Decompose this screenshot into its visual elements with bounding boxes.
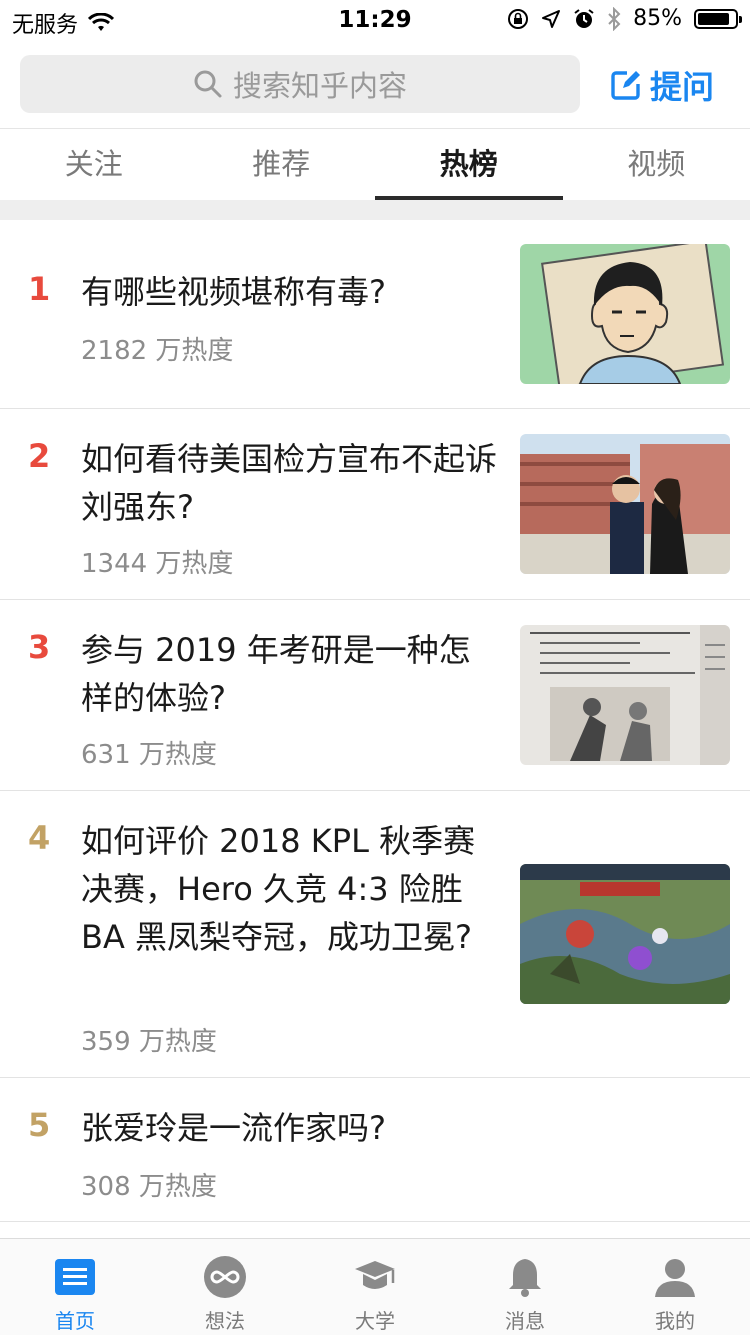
hot-list-item[interactable]: 1 有哪些视频堪称有毒? 2182 万热度 <box>0 220 750 409</box>
battery-percent: 85% <box>633 6 682 31</box>
question-title[interactable]: 如何看待美国检方宣布不起诉刘强东? <box>81 435 501 531</box>
rank-number: 5 <box>28 1106 50 1144</box>
graduation-cap-icon <box>353 1255 397 1299</box>
nav-home[interactable]: 首页 <box>0 1239 150 1335</box>
rank-number: 2 <box>28 437 50 475</box>
heat-count: 631 万热度 <box>81 734 217 771</box>
nav-university-label: 大学 <box>300 1305 450 1334</box>
nav-ideas-label: 想法 <box>150 1305 300 1334</box>
nav-messages[interactable]: 消息 <box>450 1239 600 1335</box>
location-icon <box>541 9 561 29</box>
question-title[interactable]: 参与 2019 年考研是一种怎样的体验? <box>81 626 501 722</box>
hot-list-item[interactable]: 5 张爱玲是一流作家吗? 308 万热度 <box>0 1078 750 1222</box>
tab-recommend[interactable]: 推荐 <box>188 129 376 199</box>
tab-following[interactable]: 关注 <box>0 129 188 199</box>
hot-list: 1 有哪些视频堪称有毒? 2182 万热度 2 如何看待美国检方宣布不起诉刘强东… <box>0 220 750 1222</box>
nav-profile-label: 我的 <box>600 1305 750 1334</box>
nav-messages-label: 消息 <box>450 1305 600 1334</box>
tab-hot-list[interactable]: 热榜 <box>375 129 563 199</box>
divider-band <box>0 200 750 220</box>
hot-list-item[interactable]: 3 参与 2019 年考研是一种怎样的体验? 631 万热度 <box>0 600 750 791</box>
rank-number: 3 <box>28 628 50 666</box>
hot-list-item[interactable]: 4 如何评价 2018 KPL 秋季赛决赛，Hero 久竞 4:3 险胜 BA … <box>0 791 750 1078</box>
exam-book-photo <box>520 625 730 765</box>
nav-university[interactable]: 大学 <box>300 1239 450 1335</box>
question-title[interactable]: 张爱玲是一流作家吗? <box>81 1104 501 1152</box>
couple-campus-photo <box>520 434 730 574</box>
cartoon-boy-image <box>520 244 730 384</box>
rank-number: 4 <box>28 819 50 857</box>
nav-profile[interactable]: 我的 <box>600 1239 750 1335</box>
rotation-lock-icon <box>507 8 529 30</box>
game-screenshot <box>520 864 730 1004</box>
heat-count: 359 万热度 <box>81 1021 217 1058</box>
bell-icon <box>503 1255 547 1299</box>
feed-tabs: 关注 推荐 热榜 视频 <box>0 128 750 199</box>
tab-video[interactable]: 视频 <box>563 129 750 199</box>
header: 搜索知乎内容 提问 <box>0 40 750 128</box>
person-icon <box>653 1255 697 1299</box>
heat-count: 2182 万热度 <box>81 330 233 367</box>
search-icon <box>193 69 223 99</box>
ask-label: 提问 <box>650 62 714 108</box>
rank-number: 1 <box>28 270 50 308</box>
bottom-nav: 首页 想法 大学 消息 我的 <box>0 1238 750 1335</box>
question-title[interactable]: 如何评价 2018 KPL 秋季赛决赛，Hero 久竞 4:3 险胜 BA 黑凤… <box>81 817 501 961</box>
bluetooth-icon <box>607 7 621 31</box>
nav-ideas[interactable]: 想法 <box>150 1239 300 1335</box>
question-thumbnail[interactable] <box>520 434 730 574</box>
question-thumbnail[interactable] <box>520 625 730 765</box>
heat-count: 1344 万热度 <box>81 543 233 580</box>
edit-icon <box>610 69 642 101</box>
infinity-icon <box>203 1255 247 1299</box>
question-thumbnail[interactable] <box>520 864 730 1004</box>
question-title[interactable]: 有哪些视频堪称有毒? <box>81 268 501 316</box>
search-input[interactable]: 搜索知乎内容 <box>20 55 580 113</box>
battery-icon <box>694 9 738 29</box>
status-bar: 无服务 11:29 85% <box>0 0 750 40</box>
nav-home-label: 首页 <box>0 1305 150 1334</box>
heat-count: 308 万热度 <box>81 1166 217 1203</box>
home-feed-icon <box>53 1255 97 1299</box>
search-placeholder: 搜索知乎内容 <box>233 63 407 105</box>
question-thumbnail[interactable] <box>520 244 730 384</box>
hot-list-item[interactable]: 2 如何看待美国检方宣布不起诉刘强东? 1344 万热度 <box>0 409 750 600</box>
battery-fill <box>698 13 729 25</box>
alarm-icon <box>573 8 595 30</box>
ask-question-button[interactable]: 提问 <box>610 62 714 108</box>
